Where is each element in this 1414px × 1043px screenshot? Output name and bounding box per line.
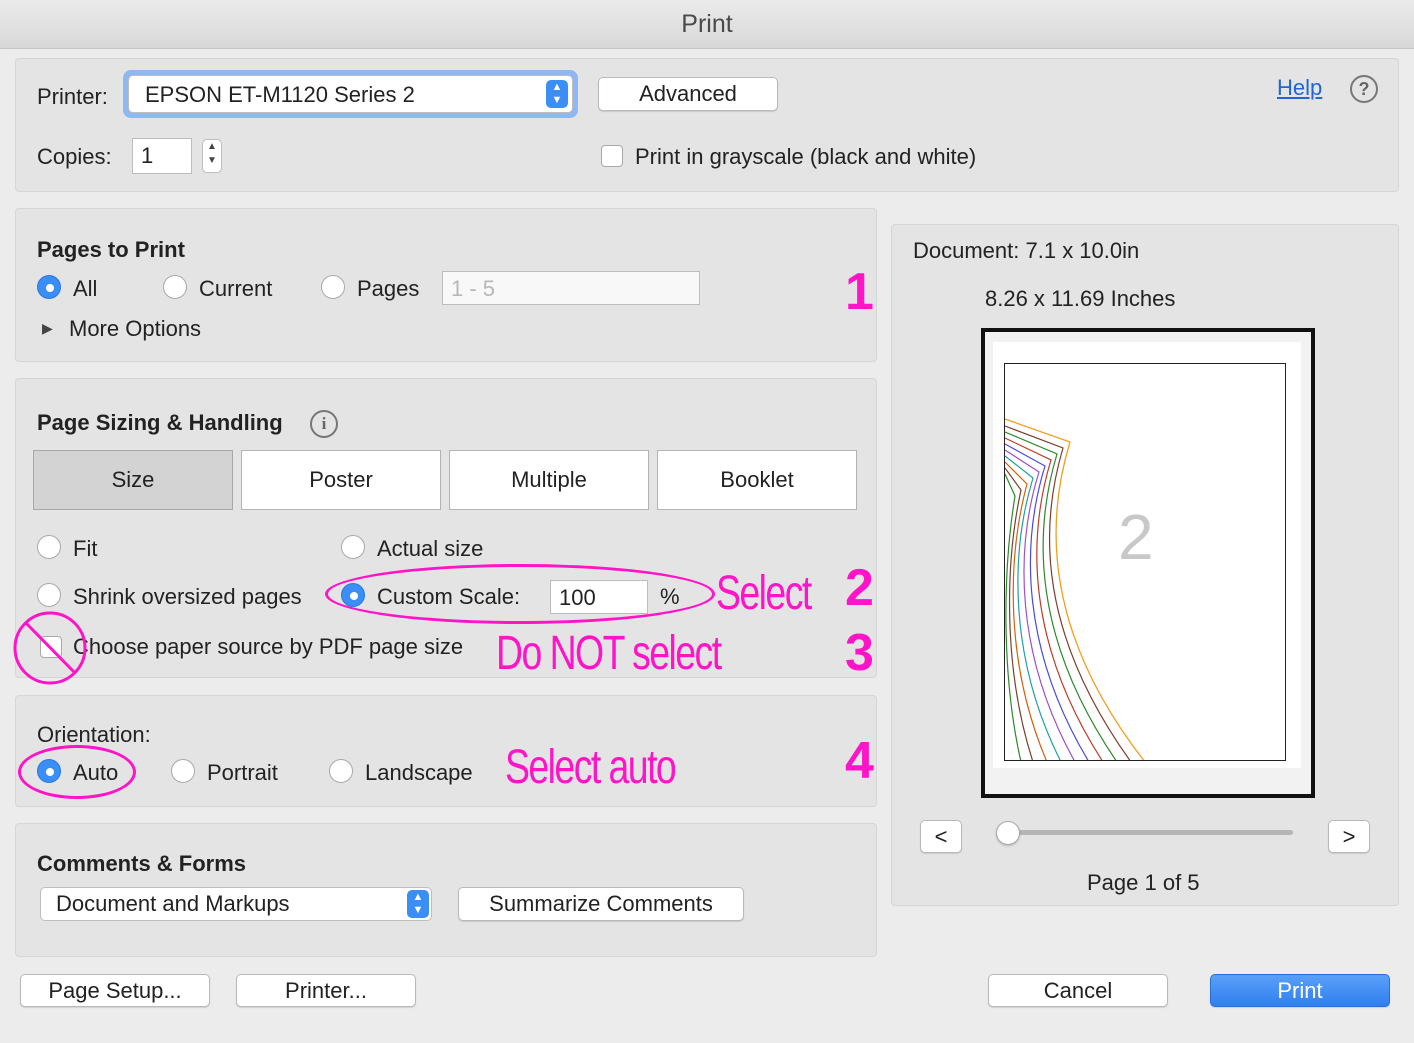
preview-page-number: 2 <box>1118 501 1154 573</box>
shrink-label: Shrink oversized pages <box>73 584 302 609</box>
window-title: Print <box>681 10 733 38</box>
tab-poster[interactable]: Poster <box>241 450 441 510</box>
grayscale-checkbox[interactable] <box>601 145 623 167</box>
cancel-button[interactable]: Cancel <box>988 974 1168 1007</box>
document-size-label: Document: 7.1 x 10.0in <box>913 238 1140 263</box>
annotation-select-auto: Select auto <box>505 741 677 794</box>
all-pages-label: All <box>73 276 98 301</box>
annotation-number-2: 2 <box>845 559 874 617</box>
summarize-comments-button[interactable]: Summarize Comments <box>458 887 744 921</box>
printer-select[interactable]: EPSON ET-M1120 Series 2 ▲ ▼ <box>128 75 573 113</box>
print-button[interactable]: Print <box>1210 974 1390 1007</box>
paper-size-label: 8.26 x 11.69 Inches <box>985 286 1176 311</box>
grayscale-label: Print in grayscale (black and white) <box>635 144 977 169</box>
orientation-portrait-label: Portrait <box>207 760 278 785</box>
disclosure-triangle-icon[interactable]: ▶ <box>42 320 53 337</box>
annotation-number-1: 1 <box>845 263 874 321</box>
pages-range-input[interactable]: 1 - 5 <box>442 271 700 305</box>
comments-select[interactable]: Document and Markups ▲ ▼ <box>40 887 432 921</box>
printer-label: Printer: <box>37 84 108 109</box>
actual-size-label: Actual size <box>377 536 484 561</box>
info-icon[interactable]: i <box>310 410 338 438</box>
all-pages-radio[interactable] <box>37 275 61 299</box>
page-slider-track[interactable] <box>1008 830 1293 835</box>
printer-button[interactable]: Printer... <box>236 974 416 1007</box>
annotation-number-3: 3 <box>845 624 874 682</box>
copies-input[interactable]: 1 <box>132 138 192 174</box>
paper-source-label: Choose paper source by PDF page size <box>73 634 464 659</box>
chevron-updown-icon: ▲ ▼ <box>407 890 429 918</box>
annotation-select: Select <box>716 567 812 620</box>
shrink-radio[interactable] <box>37 583 61 607</box>
comments-title: Comments & Forms <box>37 851 247 876</box>
page-setup-button[interactable]: Page Setup... <box>20 974 210 1007</box>
printer-select-value: EPSON ET-M1120 Series 2 <box>145 82 415 107</box>
tab-multiple[interactable]: Multiple <box>449 450 649 510</box>
orientation-landscape-radio[interactable] <box>329 759 353 783</box>
copies-stepper[interactable]: ▲ ▼ <box>202 139 222 173</box>
page-indicator: Page 1 of 5 <box>1087 870 1200 895</box>
comments-select-value: Document and Markups <box>56 891 290 916</box>
tab-size[interactable]: Size <box>33 450 233 510</box>
annotation-ellipse-custom-scale <box>325 564 715 624</box>
next-page-button[interactable]: > <box>1328 820 1370 853</box>
annotation-number-4: 4 <box>845 732 874 790</box>
pages-to-print-title: Pages to Print <box>37 237 185 262</box>
orientation-portrait-radio[interactable] <box>171 759 195 783</box>
pages-range-radio[interactable] <box>321 275 345 299</box>
copies-label: Copies: <box>37 144 112 169</box>
pages-range-label: Pages <box>357 276 420 301</box>
fit-label: Fit <box>73 536 98 561</box>
annotation-ellipse-auto <box>18 745 136 799</box>
previous-page-button[interactable]: < <box>920 820 962 853</box>
annotation-do-not-select: Do NOT select <box>496 627 722 680</box>
annotation-no-symbol-icon <box>13 611 87 685</box>
help-question-icon[interactable]: ? <box>1350 75 1378 103</box>
page-sizing-title: Page Sizing & Handling <box>37 410 283 435</box>
more-options-label[interactable]: More Options <box>69 316 201 342</box>
orientation-title: Orientation: <box>37 722 151 747</box>
page-slider-thumb[interactable] <box>996 821 1020 845</box>
orientation-panel <box>15 695 877 807</box>
actual-size-radio[interactable] <box>341 535 365 559</box>
advanced-button[interactable]: Advanced <box>598 77 778 111</box>
orientation-landscape-label: Landscape <box>365 760 473 785</box>
title-bar: Print <box>0 0 1414 49</box>
chevron-updown-icon: ▲ ▼ <box>546 80 568 108</box>
current-page-radio[interactable] <box>163 275 187 299</box>
tab-booklet[interactable]: Booklet <box>657 450 857 510</box>
fit-radio[interactable] <box>37 535 61 559</box>
current-page-label: Current <box>199 276 273 301</box>
help-link[interactable]: Help <box>1277 75 1322 101</box>
